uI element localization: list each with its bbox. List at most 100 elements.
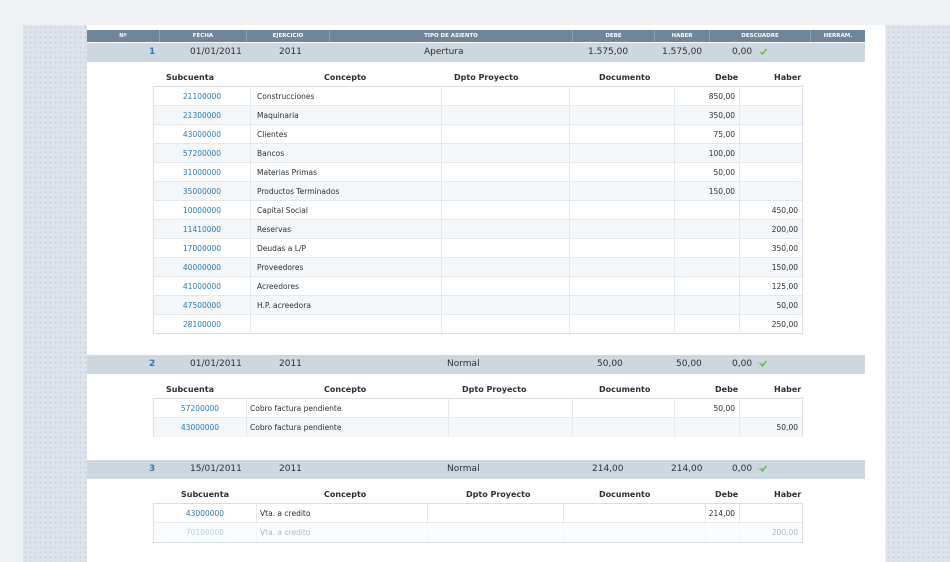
debe-cell bbox=[675, 418, 740, 437]
subcuenta-link[interactable]: 40000000 bbox=[154, 258, 251, 276]
table-row[interactable]: 43000000 Vta. a credito 214,00 bbox=[154, 504, 802, 523]
th-documento: Documento bbox=[599, 385, 651, 394]
th-debe: Debe bbox=[715, 73, 739, 82]
entry-number[interactable]: 3 bbox=[149, 460, 155, 479]
concepto-cell: Vta. a credito bbox=[257, 504, 428, 522]
col-header-ejercicio[interactable]: EJERCICIO bbox=[247, 30, 330, 42]
documento-cell bbox=[564, 504, 706, 522]
subcuenta-link[interactable]: 70100000 bbox=[154, 523, 257, 542]
table-row[interactable]: 10000000 Capital Social 450,00 bbox=[154, 201, 802, 220]
th-dpto: Dpto Proyecto bbox=[454, 73, 519, 82]
entry-number[interactable]: 2 bbox=[149, 355, 155, 374]
dpto-cell bbox=[442, 144, 570, 162]
documento-cell bbox=[564, 523, 706, 542]
subcuenta-link[interactable]: 11410000 bbox=[154, 220, 251, 238]
subcuenta-link[interactable]: 57200000 bbox=[154, 144, 251, 162]
table-row[interactable]: 21100000 Construcciones 850,00 bbox=[154, 87, 802, 106]
table-row[interactable]: 70100000 Vta. a credito 200,00 bbox=[154, 523, 802, 542]
dpto-cell bbox=[442, 106, 570, 124]
concepto-cell: Proveedores bbox=[251, 258, 442, 276]
entry-ejercicio: 2011 bbox=[279, 47, 302, 57]
th-haber: Haber bbox=[774, 490, 802, 499]
th-documento: Documento bbox=[599, 490, 651, 499]
entry-tipo: Normal bbox=[447, 464, 480, 474]
subcuenta-link[interactable]: 35000000 bbox=[154, 182, 251, 200]
debe-cell bbox=[675, 239, 740, 257]
subcuenta-link[interactable]: 57200000 bbox=[154, 399, 247, 417]
debe-cell: 150,00 bbox=[675, 182, 740, 200]
haber-cell: 200,00 bbox=[771, 528, 798, 537]
table-row[interactable]: 47500000 H.P. acreedora 50,00 bbox=[154, 296, 802, 315]
dpto-cell bbox=[442, 220, 570, 238]
dpto-cell bbox=[442, 258, 570, 276]
th-documento: Documento bbox=[599, 73, 651, 82]
documento-cell bbox=[570, 315, 675, 334]
entry-row[interactable]: 3 15/01/2011 2011 Normal 214,00 214,00 0… bbox=[87, 460, 865, 479]
documento-cell bbox=[570, 277, 675, 295]
table-row[interactable]: 17000000 Deudas a L/P 350,00 bbox=[154, 239, 802, 258]
col-header-herram[interactable]: HERRAM. bbox=[811, 30, 865, 42]
table-row[interactable]: 21300000 Maquinaria 350,00 bbox=[154, 106, 802, 125]
concepto-cell: Cobro factura pendiente bbox=[247, 399, 449, 417]
dpto-cell bbox=[428, 523, 564, 542]
dpto-cell bbox=[442, 296, 570, 314]
entry-descuadre: 0,00 bbox=[732, 355, 767, 374]
dpto-cell bbox=[449, 418, 573, 437]
haber-cell bbox=[740, 144, 802, 162]
entry-row[interactable]: 2 01/01/2011 2011 Normal 50,00 50,00 0,0… bbox=[87, 355, 865, 374]
documento-cell bbox=[570, 296, 675, 314]
subcuenta-link[interactable]: 31000000 bbox=[154, 163, 251, 181]
subcuenta-link[interactable]: 10000000 bbox=[154, 201, 251, 219]
table-row[interactable]: 28100000 250,00 bbox=[154, 315, 802, 334]
subcuenta-link[interactable]: 43000000 bbox=[154, 504, 257, 522]
table-row[interactable]: 31000000 Materias Primas 50,00 bbox=[154, 163, 802, 182]
subtable-header: Subcuenta Concepto Dpto Proyecto Documen… bbox=[153, 71, 803, 84]
haber-cell: 50,00 bbox=[776, 301, 798, 310]
debe-cell bbox=[675, 296, 740, 314]
concepto-cell: Clientes bbox=[251, 125, 442, 143]
subcuenta-link[interactable]: 28100000 bbox=[154, 315, 251, 334]
col-header-descuadre[interactable]: DESCUADRE bbox=[710, 30, 811, 42]
haber-cell: 150,00 bbox=[771, 263, 798, 272]
entry-number[interactable]: 1 bbox=[149, 43, 155, 62]
entry-row[interactable]: 1 01/01/2011 2011 Apertura 1.575,00 1.57… bbox=[87, 43, 865, 62]
haber-cell: 50,00 bbox=[776, 423, 798, 432]
concepto-cell: Acreedores bbox=[251, 277, 442, 295]
table-row[interactable]: 40000000 Proveedores 150,00 bbox=[154, 258, 802, 277]
concepto-cell: Productos Terminados bbox=[251, 182, 442, 200]
subcuenta-link[interactable]: 43000000 bbox=[154, 418, 247, 437]
subtable-header: Subcuenta Concepto Dpto Proyecto Documen… bbox=[153, 383, 803, 396]
haber-cell bbox=[740, 106, 802, 124]
entry-tipo: Normal bbox=[447, 359, 480, 369]
subcuenta-link[interactable]: 17000000 bbox=[154, 239, 251, 257]
concepto-cell: Vta. a credito bbox=[257, 523, 428, 542]
documento-cell bbox=[570, 144, 675, 162]
debe-cell bbox=[706, 523, 740, 542]
subcuenta-link[interactable]: 21100000 bbox=[154, 87, 251, 105]
entry-descuadre-value: 0,00 bbox=[732, 464, 753, 474]
table-row[interactable]: 11410000 Reservas 200,00 bbox=[154, 220, 802, 239]
debe-cell bbox=[675, 220, 740, 238]
table-row[interactable]: 43000000 Cobro factura pendiente 50,00 bbox=[154, 418, 802, 437]
col-header-n[interactable]: Nº bbox=[87, 30, 160, 42]
table-row[interactable]: 57200000 Bancos 100,00 bbox=[154, 144, 802, 163]
table-row[interactable]: 41000000 Acreedores 125,00 bbox=[154, 277, 802, 296]
col-header-haber[interactable]: HABER bbox=[655, 30, 710, 42]
col-header-tipo[interactable]: TIPO DE ASIENTO bbox=[330, 30, 573, 42]
subcuenta-link[interactable]: 41000000 bbox=[154, 277, 251, 295]
debe-cell bbox=[675, 258, 740, 276]
documento-cell bbox=[570, 258, 675, 276]
table-row[interactable]: 57200000 Cobro factura pendiente 50,00 bbox=[154, 399, 802, 418]
haber-cell bbox=[740, 504, 802, 522]
subcuenta-link[interactable]: 47500000 bbox=[154, 296, 251, 314]
documento-cell bbox=[570, 239, 675, 257]
table-row[interactable]: 35000000 Productos Terminados 150,00 bbox=[154, 182, 802, 201]
col-header-fecha[interactable]: FECHA bbox=[160, 30, 247, 42]
col-header-debe[interactable]: DEBE bbox=[573, 30, 655, 42]
th-dpto: Dpto Proyecto bbox=[462, 385, 527, 394]
subcuenta-link[interactable]: 21300000 bbox=[154, 106, 251, 124]
th-dpto: Dpto Proyecto bbox=[466, 490, 531, 499]
subcuenta-link[interactable]: 43000000 bbox=[154, 125, 251, 143]
table-row[interactable]: 43000000 Clientes 75,00 bbox=[154, 125, 802, 144]
debe-cell: 214,00 bbox=[706, 504, 740, 522]
